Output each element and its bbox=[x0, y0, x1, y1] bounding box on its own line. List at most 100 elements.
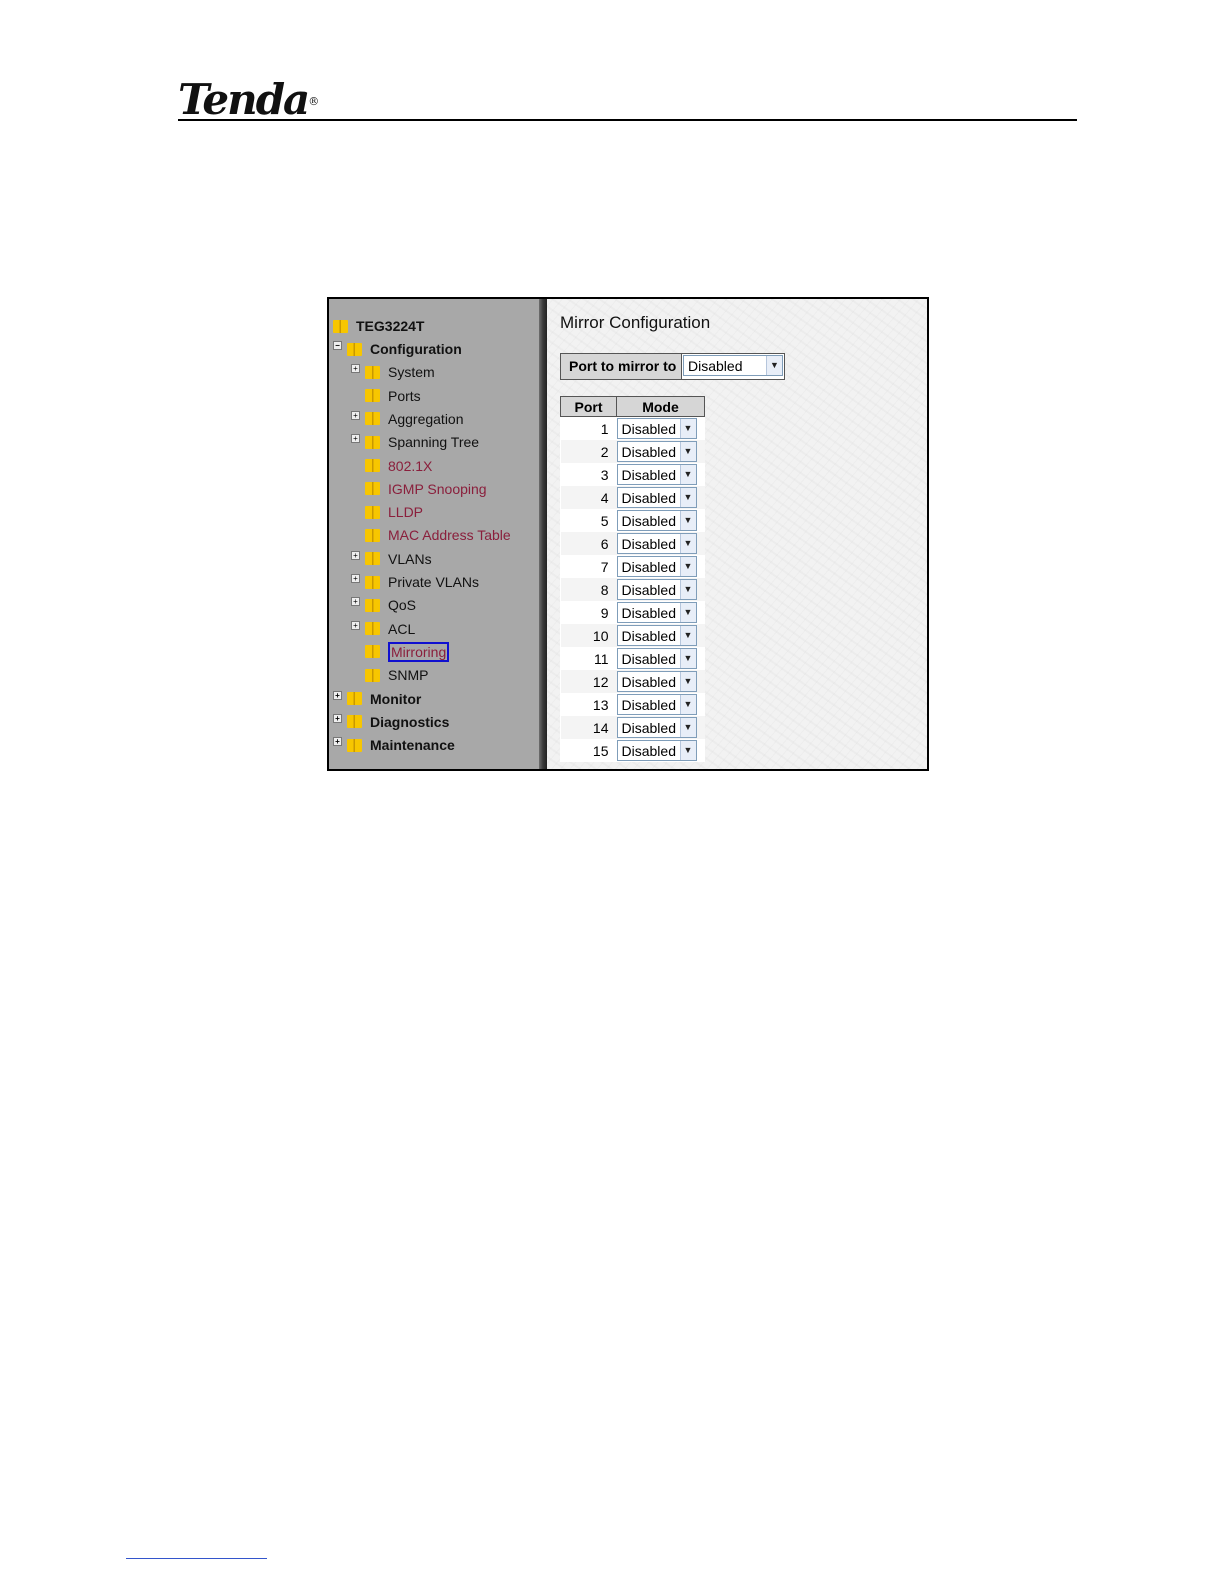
chevron-down-icon[interactable]: ▼ bbox=[679, 465, 696, 484]
expand-icon[interactable]: + bbox=[333, 737, 342, 747]
chevron-down-icon[interactable]: ▼ bbox=[679, 511, 696, 530]
collapse-icon[interactable]: − bbox=[333, 341, 342, 350]
expand-icon[interactable]: + bbox=[351, 410, 360, 420]
tree-root[interactable]: TEG3224T bbox=[333, 315, 424, 337]
sidebar-item-lldp[interactable]: LLDP bbox=[365, 501, 423, 523]
expand-icon[interactable]: + bbox=[351, 574, 360, 583]
port-number: 2 bbox=[560, 440, 617, 463]
chevron-down-icon[interactable]: ▼ bbox=[679, 626, 696, 645]
sidebar-item-label: System bbox=[388, 364, 435, 381]
mode-select[interactable]: Disabled ▼ bbox=[616, 740, 697, 761]
chevron-down-icon[interactable]: ▼ bbox=[679, 442, 696, 461]
chevron-down-icon[interactable]: ▼ bbox=[679, 580, 696, 599]
sidebar-item-label: Private VLANs bbox=[388, 574, 480, 590]
sidebar-item-acl[interactable]: + ACL bbox=[351, 618, 416, 640]
expand-icon[interactable]: + bbox=[333, 690, 342, 700]
sidebar-item-802-1x[interactable]: 802.1X bbox=[365, 455, 432, 477]
mode-select[interactable]: Disabled ▼ bbox=[616, 441, 697, 462]
frame-divider[interactable] bbox=[539, 299, 547, 769]
table-row: 7 Disabled ▼ bbox=[561, 555, 705, 578]
table-row: 3 Disabled ▼ bbox=[561, 463, 705, 486]
sidebar-item-label: Configuration bbox=[370, 341, 462, 357]
sidebar-item-label: Diagnostics bbox=[370, 713, 450, 730]
sidebar-item-label: 802.1X bbox=[388, 457, 433, 474]
folder-icon bbox=[365, 668, 380, 682]
expand-icon[interactable]: + bbox=[351, 620, 360, 630]
sidebar-item-ports[interactable]: Ports bbox=[365, 385, 421, 407]
expand-icon[interactable]: + bbox=[351, 364, 360, 374]
sidebar-item-spanning-tree[interactable]: + Spanning Tree bbox=[351, 431, 479, 453]
folder-icon bbox=[365, 598, 380, 612]
expand-icon[interactable]: + bbox=[351, 597, 360, 607]
folder-icon bbox=[365, 435, 380, 449]
expand-icon[interactable]: + bbox=[333, 713, 342, 723]
chevron-down-icon[interactable]: ▼ bbox=[679, 557, 696, 576]
expand-icon[interactable]: + bbox=[351, 550, 360, 560]
mode-cell: Disabled ▼ bbox=[616, 463, 705, 486]
main-content: Mirror Configuration Port to mirror to D… bbox=[547, 299, 927, 769]
sidebar-item-private-vlans[interactable]: + Private VLANs bbox=[351, 571, 480, 593]
sidebar: TEG3224T − Configuration + System Ports + Aggr… bbox=[329, 299, 539, 769]
mode-select[interactable]: Disabled ▼ bbox=[616, 671, 697, 692]
mode-cell: Disabled ▼ bbox=[616, 716, 705, 739]
sidebar-item-mirroring[interactable]: Mirroring bbox=[365, 641, 450, 663]
mode-select[interactable]: Disabled ▼ bbox=[616, 625, 697, 646]
mode-select[interactable]: Disabled ▼ bbox=[616, 602, 697, 623]
chevron-down-icon[interactable]: ▼ bbox=[679, 649, 696, 668]
sidebar-item-qos[interactable]: + QoS bbox=[351, 594, 416, 616]
port-number: 9 bbox=[600, 604, 609, 621]
folder-icon bbox=[365, 622, 380, 636]
sidebar-item-vlans[interactable]: + VLANs bbox=[351, 548, 432, 570]
table-row: 5 Disabled ▼ bbox=[561, 509, 705, 532]
mode-select[interactable]: Disabled ▼ bbox=[616, 487, 697, 508]
chevron-down-icon[interactable]: ▼ bbox=[679, 419, 696, 438]
sidebar-item-diagnostics[interactable]: + Diagnostics bbox=[333, 711, 450, 733]
mode-select[interactable]: Disabled ▼ bbox=[616, 556, 697, 577]
sidebar-item-system[interactable]: + System bbox=[351, 361, 435, 383]
mode-select[interactable]: Disabled ▼ bbox=[616, 717, 697, 738]
sidebar-item-label: IGMP Snooping bbox=[388, 480, 487, 497]
port-to-mirror-select[interactable]: Disabled ▼ bbox=[683, 355, 783, 376]
port-number: 7 bbox=[600, 558, 609, 575]
chevron-down-icon[interactable]: ▼ bbox=[679, 534, 696, 553]
mode-cell: Disabled ▼ bbox=[616, 739, 705, 762]
sidebar-item-aggregation[interactable]: + Aggregation bbox=[351, 408, 464, 430]
sidebar-item-configuration[interactable]: − Configuration bbox=[333, 338, 462, 360]
sidebar-item-monitor[interactable]: + Monitor bbox=[333, 688, 422, 710]
mode-cell: Disabled ▼ bbox=[616, 555, 705, 578]
mode-select[interactable]: Disabled ▼ bbox=[616, 418, 697, 439]
folder-icon bbox=[365, 482, 380, 496]
chevron-down-icon[interactable]: ▼ bbox=[679, 603, 696, 622]
chevron-down-icon[interactable]: ▼ bbox=[679, 672, 696, 691]
table-row: 11 Disabled ▼ bbox=[561, 647, 705, 670]
table-row: 9 Disabled ▼ bbox=[561, 601, 705, 624]
mode-cell: Disabled ▼ bbox=[616, 670, 705, 693]
sidebar-item-snmp[interactable]: SNMP bbox=[365, 664, 428, 686]
sidebar-item-label: Mirroring bbox=[388, 641, 450, 662]
mode-select[interactable]: Disabled ▼ bbox=[616, 579, 697, 600]
folder-icon bbox=[365, 645, 380, 659]
chevron-down-icon[interactable]: ▼ bbox=[679, 718, 696, 737]
mode-select[interactable]: Disabled ▼ bbox=[616, 510, 697, 531]
folder-icon bbox=[347, 342, 362, 356]
port-number: 4 bbox=[560, 486, 617, 509]
mode-select[interactable]: Disabled ▼ bbox=[616, 648, 697, 669]
sidebar-item-igmp-snooping[interactable]: IGMP Snooping bbox=[365, 478, 487, 500]
chevron-down-icon[interactable]: ▼ bbox=[679, 695, 696, 714]
sidebar-item-mac-address-table[interactable]: MAC Address Table bbox=[365, 524, 511, 546]
page-title: Mirror Configuration bbox=[560, 313, 711, 332]
sidebar-item-label: Monitor bbox=[370, 690, 422, 707]
chevron-down-icon[interactable]: ▼ bbox=[679, 488, 696, 507]
mode-select[interactable]: Disabled ▼ bbox=[616, 533, 697, 554]
mode-select[interactable]: Disabled ▼ bbox=[616, 694, 697, 715]
port-number: 12 bbox=[560, 670, 617, 693]
mode-select[interactable]: Disabled ▼ bbox=[616, 464, 697, 485]
sidebar-item-label: Ports bbox=[388, 387, 421, 404]
table-row: 6 Disabled ▼ bbox=[560, 532, 705, 555]
expand-icon[interactable]: + bbox=[351, 434, 360, 444]
header-rule bbox=[178, 119, 1077, 121]
chevron-down-icon[interactable]: ▼ bbox=[679, 741, 696, 760]
chevron-down-icon[interactable]: ▼ bbox=[766, 356, 782, 375]
sidebar-item-label: ACL bbox=[388, 620, 416, 637]
sidebar-item-maintenance[interactable]: + Maintenance bbox=[333, 734, 455, 756]
